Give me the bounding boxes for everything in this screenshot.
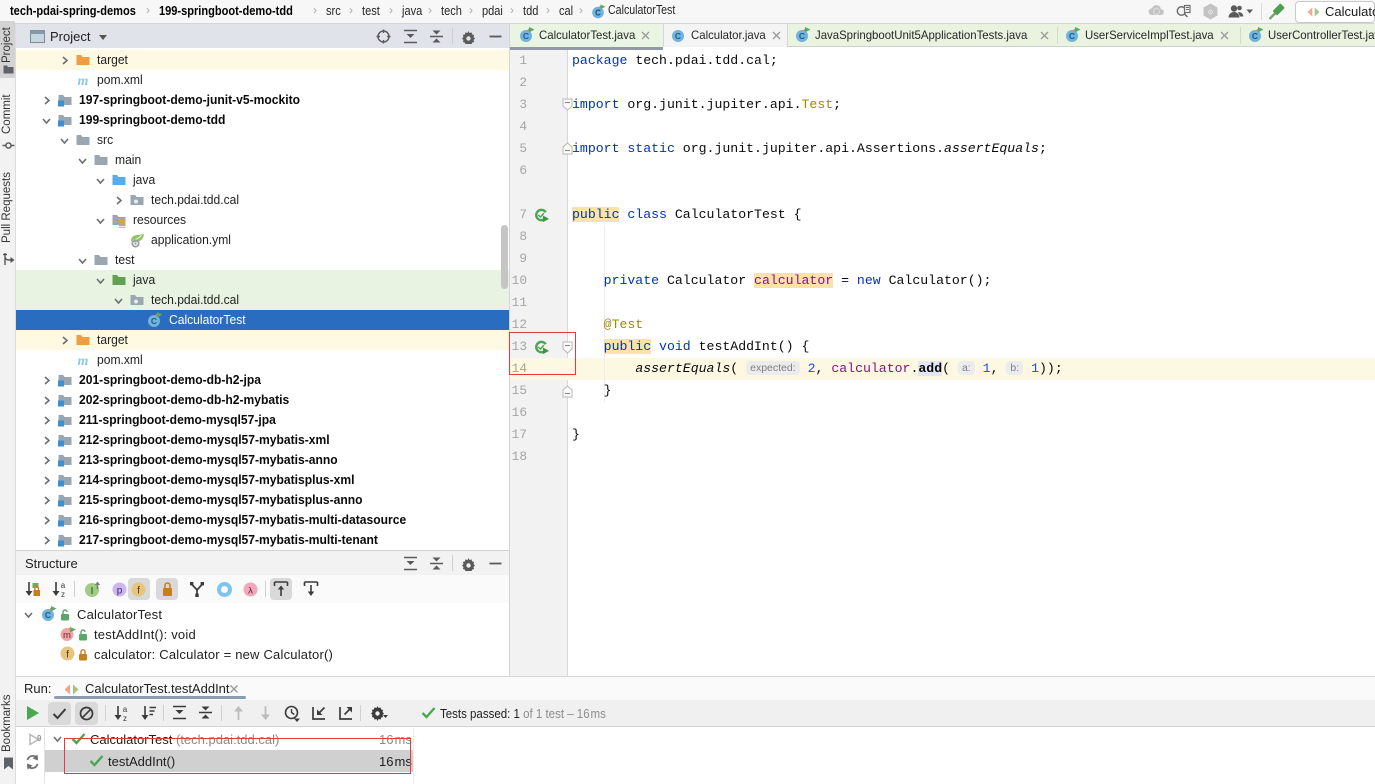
svg-text:C: C [675, 31, 681, 41]
svg-text:C: C [523, 31, 529, 41]
svg-text:C: C [151, 316, 157, 326]
svg-text:m: m [78, 74, 89, 88]
svg-text:C: C [1252, 31, 1258, 41]
svg-text:m: m [78, 354, 89, 368]
svg-text:9: 9 [37, 734, 42, 743]
svg-text:f: f [137, 586, 140, 597]
svg-text:I: I [91, 586, 94, 597]
svg-text:a: a [123, 705, 128, 714]
svg-text:⚙: ⚙ [1207, 9, 1213, 17]
svg-text:f: f [66, 650, 69, 661]
svg-text:C: C [45, 610, 51, 620]
svg-text:z: z [123, 714, 127, 722]
svg-text:z: z [61, 590, 65, 598]
svg-text:C: C [595, 9, 601, 18]
svg-text:m: m [63, 630, 71, 641]
svg-text:p: p [117, 586, 123, 597]
svg-text:a: a [61, 581, 66, 590]
svg-text:C: C [799, 31, 805, 41]
svg-text:C: C [1069, 31, 1075, 41]
svg-text:λ: λ [248, 586, 253, 597]
